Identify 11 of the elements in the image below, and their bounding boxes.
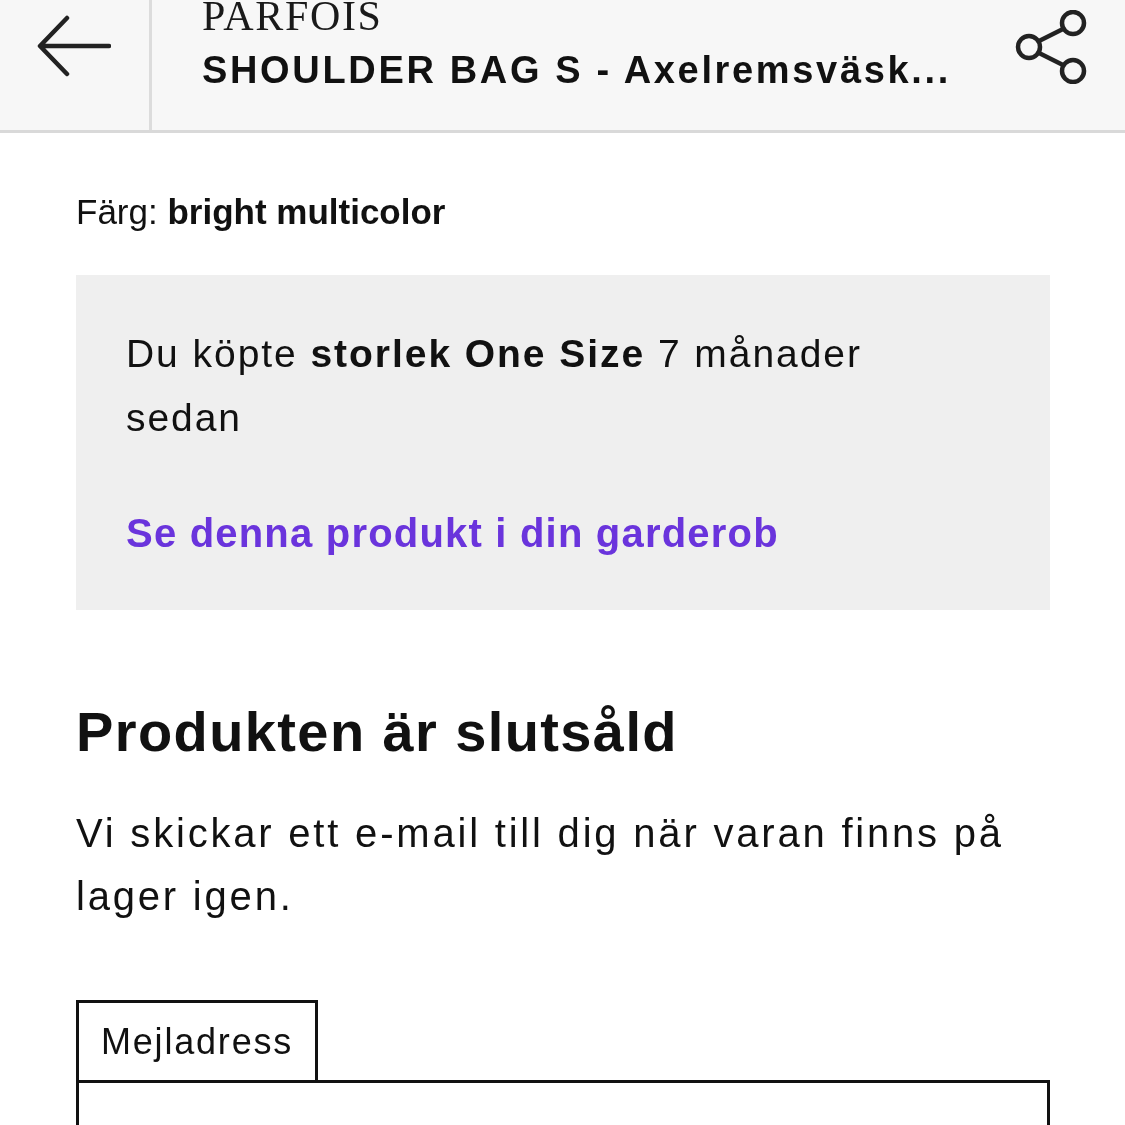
- color-info: Färg: bright multicolor: [76, 191, 446, 233]
- email-field-label: Mejladress: [76, 1000, 319, 1080]
- share-button[interactable]: [1013, 10, 1089, 84]
- purchase-notice-text: Du köpte storlek One Size 7 månader sedan: [126, 331, 863, 441]
- restock-message: Vi skickar ett e-mail till dig när varan finns på lager igen.: [76, 810, 1005, 920]
- wardrobe-link[interactable]: Se denna produkt i din garderob: [126, 508, 779, 558]
- sold-out-heading: Produkten är slutsåld: [76, 700, 678, 764]
- back-arrow-icon: [37, 15, 111, 77]
- product-title: SHOULDER BAG S - Axelremsväsk...: [202, 48, 951, 93]
- brand-name: PARFOIS: [202, 0, 383, 35]
- share-icon: [1013, 10, 1089, 84]
